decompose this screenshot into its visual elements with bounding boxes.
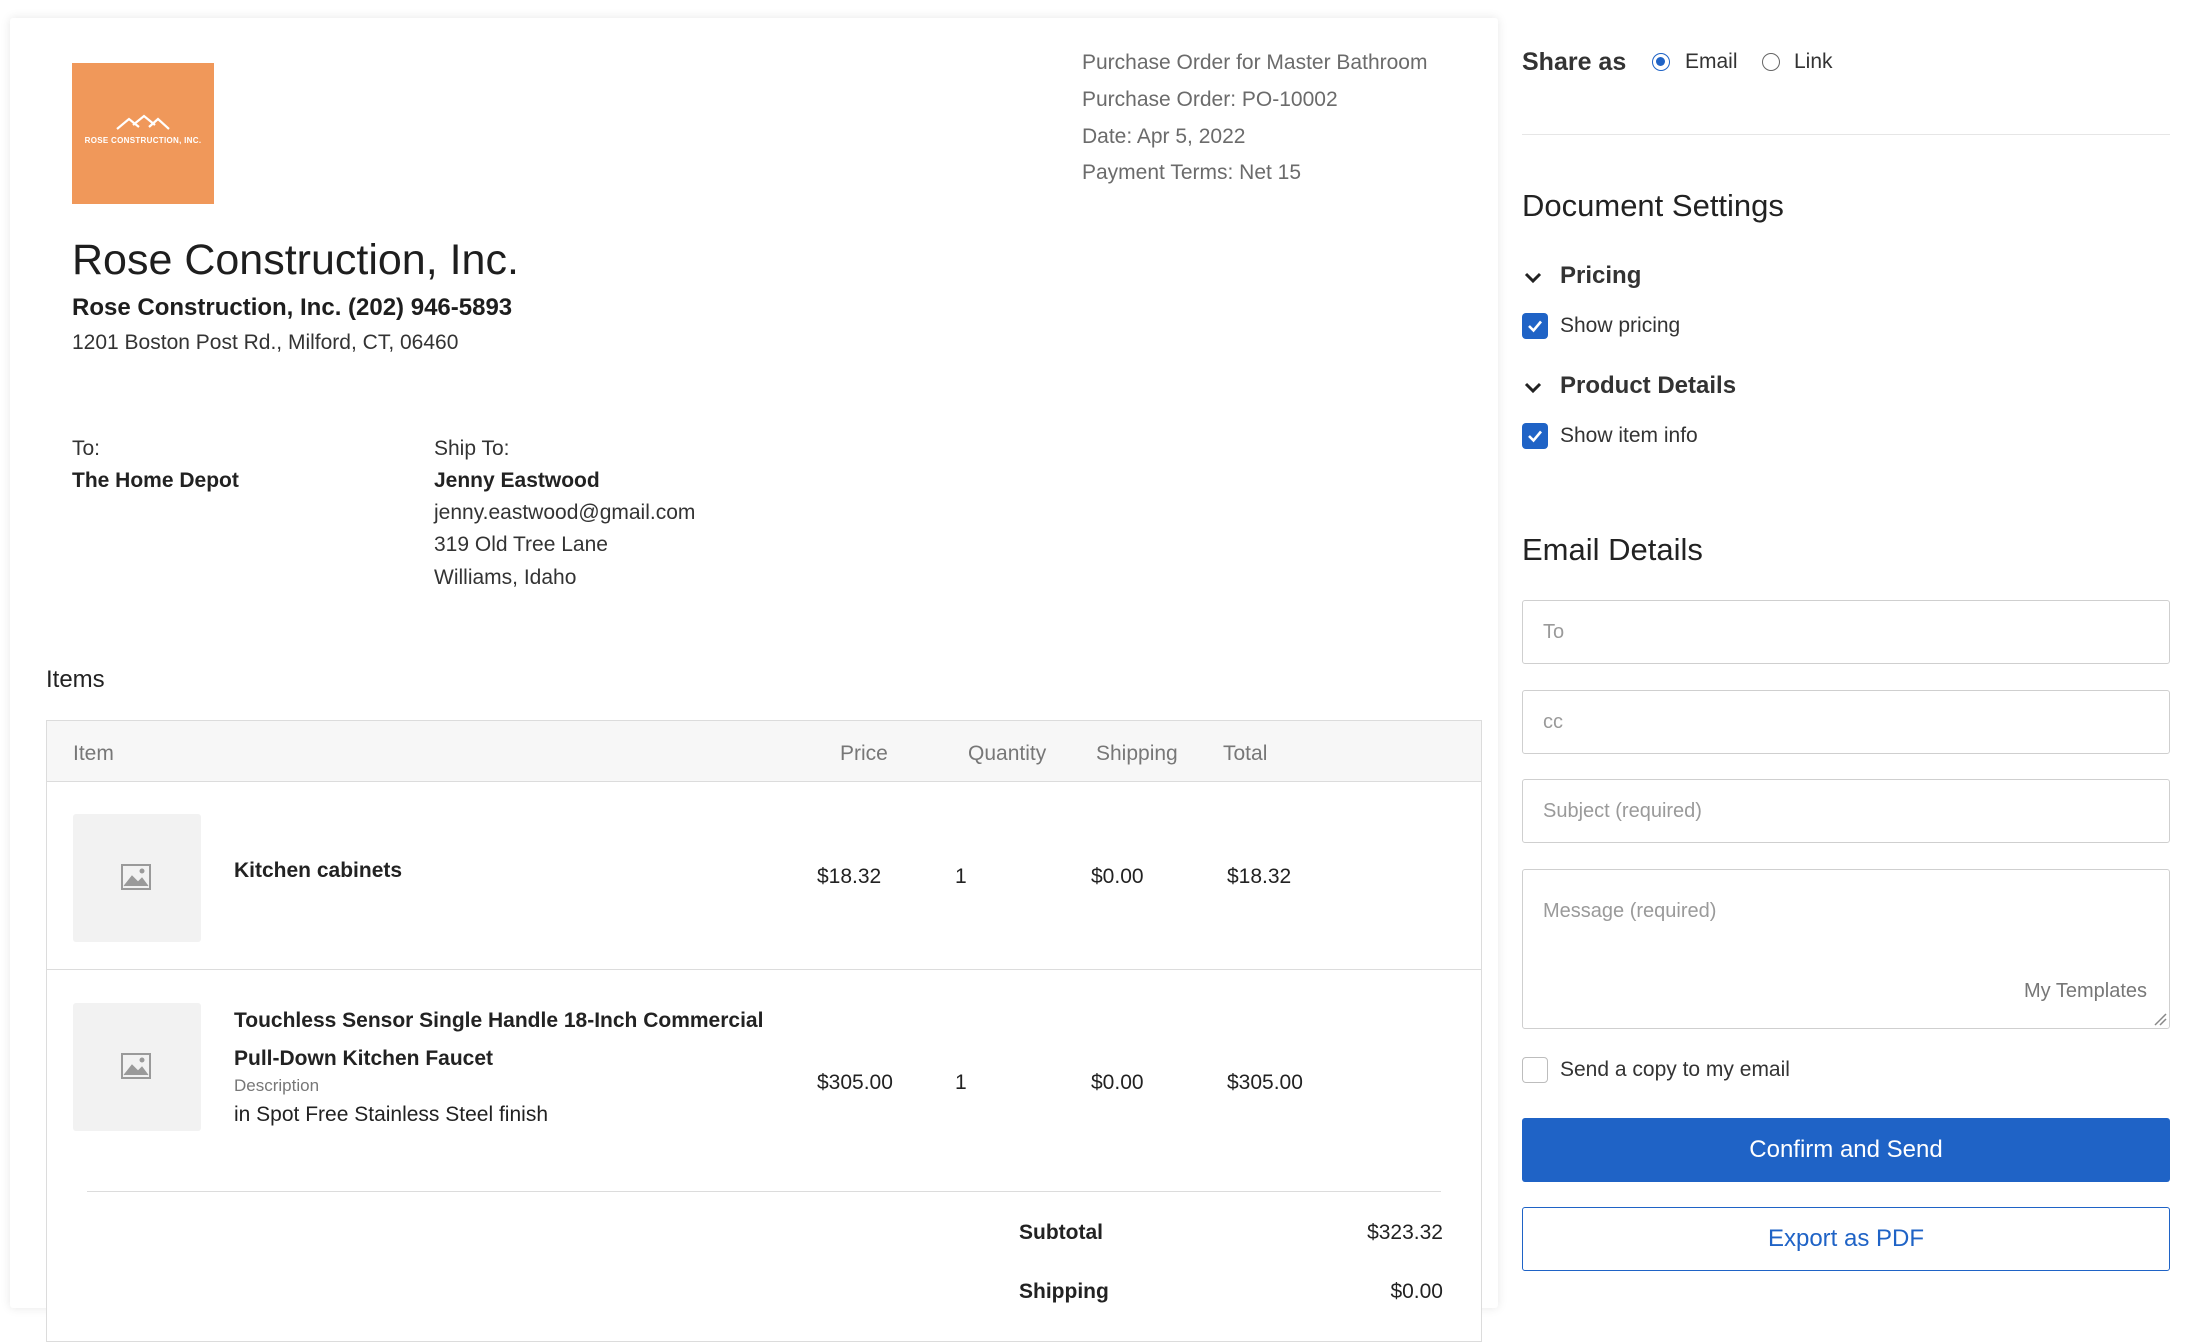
column-shipping: Shipping <box>1096 742 1178 765</box>
ship-to-name: Jenny Eastwood <box>434 469 600 492</box>
show-pricing-checkbox[interactable] <box>1522 313 1548 339</box>
purchase-order-document: ROSE CONSTRUCTION, INC. Purchase Order f… <box>10 18 1498 1342</box>
item-name: Kitchen cabinets <box>234 859 403 882</box>
resize-handle-icon[interactable] <box>2151 1010 2167 1026</box>
to-label: To: <box>72 437 101 460</box>
share-link-radio[interactable] <box>1762 53 1780 71</box>
share-email-label[interactable]: Email <box>1685 50 1738 74</box>
shipping-total-label: Shipping <box>1019 1280 1109 1303</box>
pricing-section-toggle[interactable]: Pricing <box>1560 262 1641 290</box>
po-number: Purchase Order: PO-10002 <box>1082 88 1338 111</box>
ship-to-city: Williams, Idaho <box>434 566 577 589</box>
image-placeholder-icon <box>121 1053 151 1079</box>
image-placeholder-icon <box>121 864 151 890</box>
column-total: Total <box>1223 742 1268 765</box>
company-contact: Rose Construction, Inc. (202) 946-5893 <box>72 294 513 321</box>
po-title: Purchase Order for Master Bathroom <box>1082 51 1428 74</box>
item-quantity: 1 <box>955 865 967 888</box>
company-address: 1201 Boston Post Rd., Milford, CT, 06460 <box>72 331 459 354</box>
item-price: $18.32 <box>817 865 882 888</box>
po-date: Date: Apr 5, 2022 <box>1082 125 1246 148</box>
chevron-down-icon[interactable] <box>1522 266 1544 288</box>
product-details-section-toggle[interactable]: Product Details <box>1560 372 1736 400</box>
show-pricing-label[interactable]: Show pricing <box>1560 314 1680 338</box>
confirm-and-send-button[interactable]: Confirm and Send <box>1522 1118 2170 1182</box>
item-name-line-2: Pull-Down Kitchen Faucet <box>234 1047 494 1070</box>
column-price: Price <box>840 742 888 765</box>
panel-divider <box>1522 134 2170 135</box>
email-subject-field[interactable] <box>1522 779 2170 843</box>
item-price: $305.00 <box>817 1071 893 1094</box>
ship-to-street: 319 Old Tree Lane <box>434 533 608 556</box>
subtotal-value: $323.32 <box>1367 1221 1443 1244</box>
ship-to-email: jenny.eastwood@gmail.com <box>434 501 696 524</box>
email-message-field[interactable]: Message (required) My Templates <box>1522 869 2170 1029</box>
item-shipping: $0.00 <box>1091 1071 1144 1094</box>
column-quantity: Quantity <box>968 742 1047 765</box>
item-name-line-1: Touchless Sensor Single Handle 18-Inch C… <box>234 1009 764 1032</box>
company-name: Rose Construction, Inc. <box>72 236 519 284</box>
message-placeholder: Message (required) <box>1543 900 1717 922</box>
po-payment-terms: Payment Terms: Net 15 <box>1082 161 1302 184</box>
my-templates-link[interactable]: My Templates <box>2024 980 2147 1003</box>
column-item: Item <box>73 742 114 765</box>
share-as-label: Share as <box>1522 48 1627 76</box>
checkmark-icon <box>1528 430 1542 443</box>
item-thumbnail <box>73 814 201 942</box>
email-details-heading: Email Details <box>1522 532 1703 567</box>
to-vendor-name: The Home Depot <box>72 469 239 492</box>
show-item-info-label[interactable]: Show item info <box>1560 424 1698 448</box>
company-logo: ROSE CONSTRUCTION, INC. <box>72 63 214 204</box>
show-item-info-checkbox[interactable] <box>1522 423 1548 449</box>
send-copy-checkbox[interactable] <box>1522 1057 1548 1083</box>
document-settings-heading: Document Settings <box>1522 188 1784 223</box>
items-table: Item Price Quantity Shipping Total Kitch… <box>46 720 1482 1342</box>
items-heading: Items <box>46 666 105 693</box>
logo-text: ROSE CONSTRUCTION, INC. <box>84 136 202 145</box>
items-table-header: Item Price Quantity Shipping Total <box>47 721 1481 782</box>
email-cc-field[interactable] <box>1522 690 2170 754</box>
totals-divider <box>87 1191 1441 1192</box>
share-link-label[interactable]: Link <box>1794 50 1833 74</box>
item-description-label: Description <box>234 1076 320 1095</box>
send-copy-label[interactable]: Send a copy to my email <box>1560 1058 1790 1082</box>
item-quantity: 1 <box>955 1071 967 1094</box>
item-total: $305.00 <box>1227 1071 1303 1094</box>
item-shipping: $0.00 <box>1091 865 1144 888</box>
subtotal-label: Subtotal <box>1019 1221 1103 1244</box>
item-description: in Spot Free Stainless Steel finish <box>234 1103 548 1126</box>
row-divider <box>47 969 1481 970</box>
export-as-pdf-button[interactable]: Export as PDF <box>1522 1207 2170 1271</box>
checkmark-icon <box>1528 320 1542 333</box>
ship-to-label: Ship To: <box>434 437 510 460</box>
item-total: $18.32 <box>1227 865 1292 888</box>
roof-logo-icon <box>116 114 170 130</box>
item-thumbnail <box>73 1003 201 1131</box>
shipping-total-value: $0.00 <box>1390 1280 1443 1303</box>
share-email-radio[interactable] <box>1652 53 1670 71</box>
email-to-field[interactable] <box>1522 600 2170 664</box>
chevron-down-icon[interactable] <box>1522 376 1544 398</box>
